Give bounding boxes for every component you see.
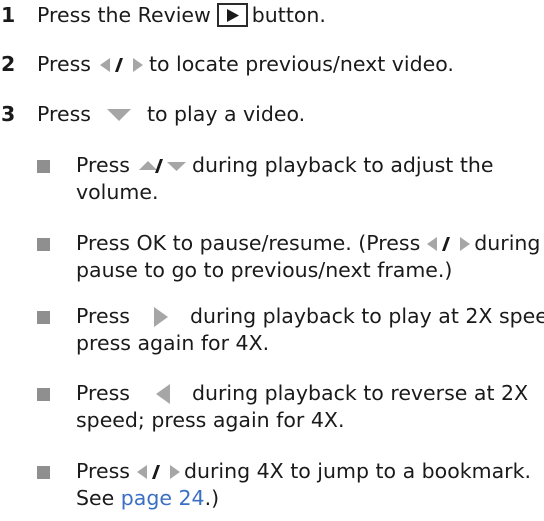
- bullet-marker: [37, 466, 50, 479]
- bullet-text: Press: [76, 459, 130, 483]
- review-play-icon: [216, 3, 248, 27]
- bullet-text: volume.: [76, 180, 159, 204]
- bullet-text: pause to go to previous/next frame.): [76, 258, 453, 282]
- step-number: 2: [1, 52, 16, 76]
- step-text-after: to locate previous/next video.: [148, 52, 454, 76]
- bullet-marker: [37, 388, 50, 401]
- bullet-text: Press: [76, 304, 130, 328]
- bullet-text: Press OK to pause/resume. (Press: [76, 231, 421, 255]
- bullet-text: See: [76, 486, 115, 510]
- left-arrow-icon: [154, 383, 172, 405]
- left-right-arrows-icon: [136, 462, 184, 482]
- right-arrow-icon: [152, 306, 170, 328]
- bullet-marker: [37, 238, 50, 251]
- bullet-text: Press: [76, 153, 130, 177]
- step-text-before: Press the Review: [37, 3, 211, 27]
- bullet-text: .): [204, 486, 220, 510]
- bullet-text: during playback to reverse at 2X: [191, 381, 529, 405]
- left-right-arrows-icon: [99, 55, 147, 75]
- up-down-arrows-icon: [138, 156, 188, 176]
- bullet-marker: [37, 160, 50, 173]
- step-text-after: to play a video.: [146, 102, 306, 126]
- bullet-text: during 4X to jump to a bookmark.: [183, 459, 531, 483]
- bullet-text: speed; press again for 4X.: [76, 408, 345, 432]
- bullet-text: during: [474, 231, 541, 255]
- bullet-text: during playback to adjust the: [191, 153, 494, 177]
- step-number: 1: [1, 3, 16, 27]
- bullet-marker: [37, 311, 50, 324]
- page-24-link[interactable]: page 24: [121, 486, 205, 510]
- step-text-before: Press: [37, 52, 91, 76]
- bullet-text: during playback to play at 2X speed;: [189, 304, 544, 328]
- left-right-arrows-icon: [426, 234, 474, 254]
- step-number: 3: [1, 102, 16, 126]
- step-text-before: Press: [37, 102, 91, 126]
- step-text-after: button.: [251, 3, 326, 27]
- bullet-text: Press: [76, 381, 130, 405]
- bullet-text: press again for 4X.: [76, 331, 270, 355]
- down-arrow-icon: [105, 105, 133, 125]
